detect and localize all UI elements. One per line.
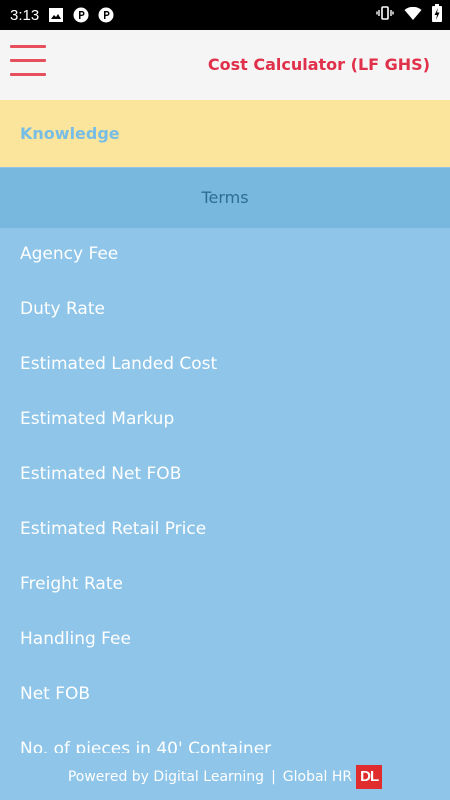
wifi-icon	[404, 6, 422, 25]
dl-logo: DL	[356, 764, 383, 789]
hamburger-menu-icon[interactable]	[10, 44, 46, 78]
list-item[interactable]: No. of pieces in 40' Container	[0, 723, 450, 753]
image-icon	[48, 7, 64, 23]
partner-text[interactable]: Global HR	[283, 769, 352, 785]
status-bar: 3:13	[0, 0, 450, 30]
list-item[interactable]: Estimated Landed Cost	[0, 338, 450, 393]
footer: Powered by Digital Learning | Global HR …	[0, 753, 450, 800]
app-title: Cost Calculator (LF GHS)	[207, 55, 430, 74]
app-bar: Cost Calculator (LF GHS)	[0, 30, 450, 100]
status-time: 3:13	[10, 6, 40, 24]
list-item[interactable]: Estimated Markup	[0, 393, 450, 448]
list-item[interactable]: Estimated Net FOB	[0, 448, 450, 503]
footer-separator: |	[271, 768, 276, 785]
list-item[interactable]: Duty Rate	[0, 283, 450, 338]
terms-list: Agency Fee Duty Rate Estimated Landed Co…	[0, 228, 450, 753]
battery-charging-icon	[432, 4, 442, 26]
list-item[interactable]: Freight Rate	[0, 558, 450, 613]
list-item[interactable]: Net FOB	[0, 668, 450, 723]
knowledge-label: Knowledge	[20, 124, 120, 143]
powered-by-text[interactable]: Powered by Digital Learning	[68, 769, 264, 785]
list-item[interactable]: Estimated Retail Price	[0, 503, 450, 558]
parking-icon	[98, 7, 114, 23]
list-item[interactable]: Handling Fee	[0, 613, 450, 668]
terms-header: Terms	[0, 168, 450, 228]
parking-icon	[73, 7, 89, 23]
list-item[interactable]: Agency Fee	[0, 228, 450, 283]
vibrate-icon	[376, 5, 394, 25]
knowledge-section[interactable]: Knowledge	[0, 100, 450, 167]
